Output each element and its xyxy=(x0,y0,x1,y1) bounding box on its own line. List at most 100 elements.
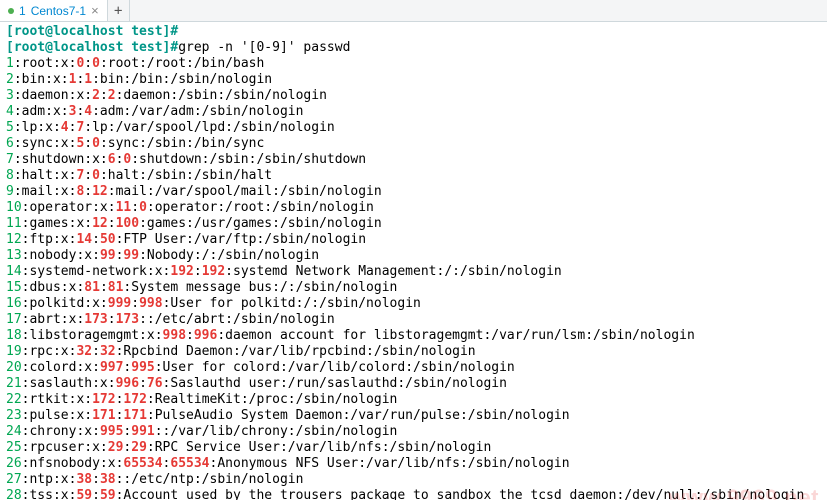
terminal-output: 1:root:x:0:0:root:/root:/bin/bash2:bin:x… xyxy=(6,56,821,500)
output-line: 26:nfsnobody:x:65534:65534:Anonymous NFS… xyxy=(6,456,821,472)
line-number: 28 xyxy=(6,488,22,500)
grep-match: 65534 xyxy=(170,456,209,471)
grep-match: 172 xyxy=(92,392,115,407)
line-number: 5 xyxy=(6,120,14,135)
output-line: 28:tss:x:59:59:Account used by the trous… xyxy=(6,488,821,500)
line-number: 14 xyxy=(6,264,22,279)
grep-match: 996 xyxy=(194,328,217,343)
grep-match: 192 xyxy=(202,264,225,279)
grep-match: 32 xyxy=(76,344,92,359)
prompt-line-command: [root@localhost test]#grep -n '[0-9]' pa… xyxy=(6,40,821,56)
prompt-cwd: test xyxy=(131,24,162,39)
line-number: 9 xyxy=(6,184,14,199)
grep-match: 59 xyxy=(100,488,116,500)
output-line: 17:abrt:x:173:173::/etc/abrt:/sbin/nolog… xyxy=(6,312,821,328)
status-dot-icon xyxy=(8,8,14,14)
output-line: 3:daemon:x:2:2:daemon:/sbin:/sbin/nologi… xyxy=(6,88,821,104)
grep-match: 4 xyxy=(61,120,69,135)
grep-match: 991 xyxy=(131,424,154,439)
output-line: 24:chrony:x:995:991::/var/lib/chrony:/sb… xyxy=(6,424,821,440)
grep-match: 0 xyxy=(92,136,100,151)
prompt-hash: # xyxy=(170,24,178,39)
output-line: 4:adm:x:3:4:adm:/var/adm:/sbin/nologin xyxy=(6,104,821,120)
new-tab-button[interactable]: + xyxy=(108,0,130,21)
grep-match: 997 xyxy=(100,360,123,375)
line-number: 17 xyxy=(6,312,22,327)
tab-title: Centos7-1 xyxy=(31,4,86,18)
grep-match: 11 xyxy=(116,200,132,215)
line-number: 10 xyxy=(6,200,22,215)
line-number: 18 xyxy=(6,328,22,343)
output-line: 6:sync:x:5:0:sync:/sbin:/bin/sync xyxy=(6,136,821,152)
grep-match: 998 xyxy=(163,328,186,343)
grep-match: 29 xyxy=(108,440,124,455)
grep-match: 76 xyxy=(147,376,163,391)
line-number: 20 xyxy=(6,360,22,375)
grep-match: 2 xyxy=(92,88,100,103)
line-number: 7 xyxy=(6,152,14,167)
line-number: 2 xyxy=(6,72,14,87)
output-line: 8:halt:x:7:0:halt:/sbin:/sbin/halt xyxy=(6,168,821,184)
close-icon[interactable]: × xyxy=(91,4,99,17)
line-number: 24 xyxy=(6,424,22,439)
output-line: 25:rpcuser:x:29:29:RPC Service User:/var… xyxy=(6,440,821,456)
grep-match: 99 xyxy=(123,248,139,263)
output-line: 12:ftp:x:14:50:FTP User:/var/ftp:/sbin/n… xyxy=(6,232,821,248)
line-number: 21 xyxy=(6,376,22,391)
prompt-line-empty: [root@localhost test]# xyxy=(6,24,821,40)
grep-match: 1 xyxy=(84,72,92,87)
output-line: 1:root:x:0:0:root:/root:/bin/bash xyxy=(6,56,821,72)
grep-match: 172 xyxy=(123,392,146,407)
output-line: 14:systemd-network:x:192:192:systemd Net… xyxy=(6,264,821,280)
grep-match: 4 xyxy=(84,104,92,119)
grep-match: 38 xyxy=(100,472,116,487)
tab-bar: 1 Centos7-1 × + xyxy=(0,0,827,22)
tab-index: 1 xyxy=(19,4,26,18)
line-number: 6 xyxy=(6,136,14,151)
line-number: 23 xyxy=(6,408,22,423)
terminal[interactable]: [root@localhost test]# [root@localhost t… xyxy=(0,22,827,500)
line-number: 8 xyxy=(6,168,14,183)
output-line: 2:bin:x:1:1:bin:/bin:/sbin/nologin xyxy=(6,72,821,88)
grep-match: 99 xyxy=(100,248,116,263)
grep-match: 0 xyxy=(92,168,100,183)
grep-match: 38 xyxy=(76,472,92,487)
grep-match: 12 xyxy=(92,216,108,231)
grep-match: 2 xyxy=(108,88,116,103)
grep-match: 29 xyxy=(131,440,147,455)
grep-match: 81 xyxy=(108,280,124,295)
grep-match: 100 xyxy=(116,216,139,231)
line-number: 15 xyxy=(6,280,22,295)
output-line: 22:rtkit:x:172:172:RealtimeKit:/proc:/sb… xyxy=(6,392,821,408)
output-line: 23:pulse:x:171:171:PulseAudio System Dae… xyxy=(6,408,821,424)
grep-match: 81 xyxy=(84,280,100,295)
tab-centos[interactable]: 1 Centos7-1 × xyxy=(0,0,108,21)
line-number: 3 xyxy=(6,88,14,103)
grep-match: 50 xyxy=(100,232,116,247)
output-line: 5:lp:x:4:7:lp:/var/spool/lpd:/sbin/nolog… xyxy=(6,120,821,136)
grep-match: 14 xyxy=(76,232,92,247)
grep-match: 65534 xyxy=(123,456,162,471)
line-number: 26 xyxy=(6,456,22,471)
output-line: 10:operator:x:11:0:operator:/root:/sbin/… xyxy=(6,200,821,216)
grep-match: 995 xyxy=(100,424,123,439)
grep-match: 0 xyxy=(92,56,100,71)
output-line: 19:rpc:x:32:32:Rpcbind Daemon:/var/lib/r… xyxy=(6,344,821,360)
line-number: 4 xyxy=(6,104,14,119)
output-line: 16:polkitd:x:999:998:User for polkitd:/:… xyxy=(6,296,821,312)
grep-match: 998 xyxy=(139,296,162,311)
output-line: 20:colord:x:997:995:User for colord:/var… xyxy=(6,360,821,376)
grep-match: 171 xyxy=(123,408,146,423)
grep-match: 59 xyxy=(76,488,92,500)
grep-match: 12 xyxy=(92,184,108,199)
line-number: 12 xyxy=(6,232,22,247)
output-line: 21:saslauth:x:996:76:Saslauthd user:/run… xyxy=(6,376,821,392)
output-line: 7:shutdown:x:6:0:shutdown:/sbin:/sbin/sh… xyxy=(6,152,821,168)
grep-match: 173 xyxy=(116,312,139,327)
line-number: 11 xyxy=(6,216,22,231)
output-line: 11:games:x:12:100:games:/usr/games:/sbin… xyxy=(6,216,821,232)
output-line: 27:ntp:x:38:38::/etc/ntp:/sbin/nologin xyxy=(6,472,821,488)
grep-match: 995 xyxy=(131,360,154,375)
grep-match: 32 xyxy=(100,344,116,359)
output-line: 18:libstoragemgmt:x:998:996:daemon accou… xyxy=(6,328,821,344)
